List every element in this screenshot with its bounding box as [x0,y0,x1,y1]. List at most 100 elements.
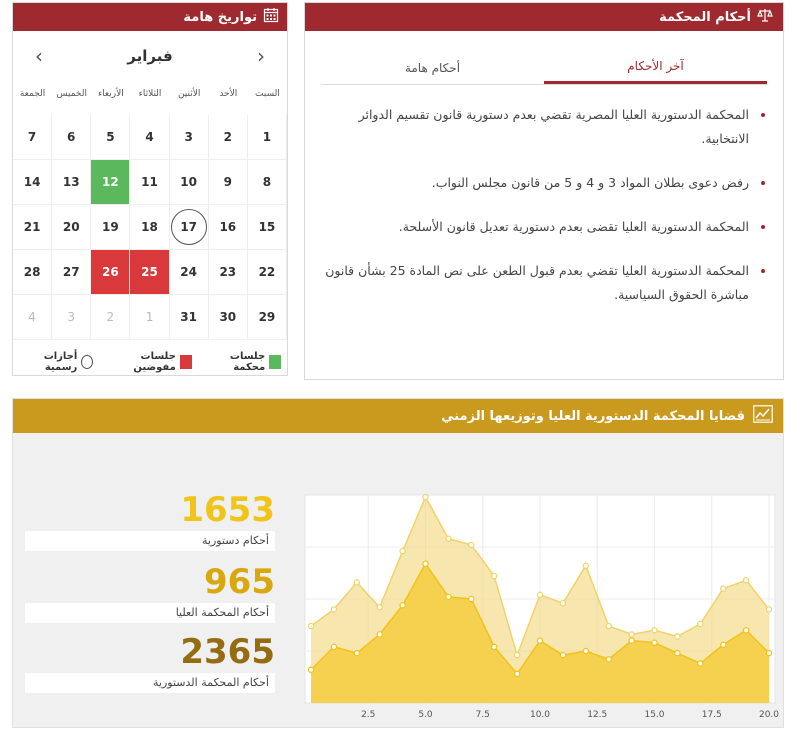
data-point [674,649,681,657]
calendar-day[interactable]: 5 [91,115,131,160]
tab-latest-judgments[interactable]: آخر الأحكام [544,51,767,84]
day-number: 19 [102,220,119,234]
calendar-day[interactable]: 6 [52,115,92,160]
calendar-day[interactable]: 31 [169,295,209,340]
judgment-item[interactable]: رفض دعوى بطلان المواد 3 و 4 و 5 من قانون… [315,171,767,195]
judgment-item[interactable]: المحكمة الدستورية العليا المصرية تقضي بع… [315,103,767,151]
day-number: 2 [106,310,115,324]
weekday-header: السبت الأحد الأثنين الثلاثاء الأربعاء ال… [13,89,287,99]
trend-chart-icon [753,405,773,427]
calendar-day[interactable]: 10 [169,160,209,205]
data-point [445,593,452,601]
calendar-header: تواريخ هامة [13,3,287,31]
calendar-day[interactable]: 28 [13,250,53,295]
x-tick-label: 17.5 [702,710,722,720]
stat-value: 965 [204,562,275,602]
data-point [307,666,315,673]
calendar-day[interactable]: 2 [208,115,248,160]
data-point [697,620,704,628]
day-number: 8 [262,175,272,189]
day-number: 1 [262,130,272,144]
day-number: 4 [28,310,36,324]
circle-swatch [81,355,94,369]
legend-commissioner-sessions: جلسات مفوضين [107,351,192,373]
data-point [582,647,589,655]
day-number: 31 [180,310,197,324]
important-dates-calendar: تواريخ هامة ‹ فبراير › السبت الأحد الأثن… [12,2,288,376]
weekday-label: الخميس [56,89,87,99]
calendar-day[interactable]: 16 [208,205,248,250]
stat-constitutional-court-judgments: 2365 أحكام المحكمة الدستورية [25,633,275,693]
green-swatch [269,355,281,369]
red-swatch [179,355,192,369]
calendar-day[interactable]: 2 [91,295,131,340]
data-point [536,591,544,599]
tab-important-judgments[interactable]: أحكام هامة [321,51,544,84]
legend-label: جلسات مفوضين [133,351,176,373]
court-judgments-panel: أحكام المحكمة آخر الأحكام أحكام هامة الم… [304,2,784,380]
calendar-day[interactable]: 27 [52,250,92,295]
data-point [468,541,475,549]
data-point [330,606,338,613]
chevron-left-icon[interactable]: ‹ [29,44,49,68]
data-point [422,493,429,501]
calendar-day[interactable]: 22 [247,250,287,295]
calendar-day[interactable]: 18 [130,205,170,250]
data-point [674,633,681,640]
stat-label: أحكام المحكمة العليا [25,603,275,623]
calendar-day[interactable]: 12 [91,160,131,205]
data-point [628,637,635,644]
calendar-day[interactable]: 8 [247,160,287,205]
calendar-day[interactable]: 19 [91,205,131,250]
weekday-label: السبت [255,89,280,99]
calendar-day[interactable]: 20 [52,205,92,250]
legend-court-sessions: جلسات محكمة [206,351,281,373]
data-point [742,626,750,634]
data-point [376,604,383,611]
data-point [399,547,406,555]
calendar-day[interactable]: 9 [208,160,248,205]
calendar-day[interactable]: 24 [169,250,209,295]
calendar-day[interactable]: 21 [13,205,53,250]
day-number: 30 [219,310,237,324]
weekday-label: الجمعة [19,89,46,99]
calendar-day[interactable]: 13 [52,160,92,205]
calendar-day[interactable]: 3 [169,115,209,160]
chevron-right-icon[interactable]: › [251,44,271,68]
calendar-day[interactable]: 17 [169,205,209,250]
data-point [605,622,612,630]
calendar-day[interactable]: 25 [130,250,170,295]
calendar-day[interactable]: 1 [247,115,287,160]
calendar-day[interactable]: 4 [13,295,53,340]
calendar-day[interactable]: 29 [247,295,287,340]
calendar-day[interactable]: 30 [208,295,248,340]
judgment-item[interactable]: المحكمة الدستورية العليا تقضى بعدم دستور… [315,215,767,239]
data-point [445,535,452,542]
chart-svg: 2.5 5.0 7.5 10.0 12.5 15.0 17.5 20.0 [304,493,779,720]
data-point [720,585,727,592]
stats-title: قضايا المحكمة الدستورية العليا وتوزيعها … [441,408,745,424]
calendar-day[interactable]: 3 [52,295,92,340]
calendar-day[interactable]: 23 [208,250,248,295]
judgment-item[interactable]: المحكمة الدستورية العليا تقضي بعدم قبول … [315,259,767,307]
calendar-day[interactable]: 11 [130,160,170,205]
month-label: فبراير [127,47,173,65]
calendar-day[interactable]: 1 [130,295,170,340]
judgments-header: أحكام المحكمة [305,3,783,31]
calendar-day[interactable]: 26 [91,250,131,295]
stat-label: أحكام دستورية [25,531,275,551]
day-number: 6 [67,130,76,144]
calendar-day[interactable]: 15 [247,205,287,250]
scales-icon [757,7,773,27]
stat-supreme-court-judgments: 965 أحكام المحكمة العليا [25,563,275,623]
data-point [468,595,475,603]
day-number: 18 [141,220,158,234]
calendar-day[interactable]: 7 [13,115,53,160]
weekday-label: الأحد [219,89,238,99]
weekday-label: الأثنين [177,89,201,99]
calendar-day[interactable]: 4 [130,115,170,160]
day-number: 26 [102,265,119,279]
data-point [490,572,498,580]
calendar-day[interactable]: 14 [13,160,53,205]
data-point [376,631,383,638]
